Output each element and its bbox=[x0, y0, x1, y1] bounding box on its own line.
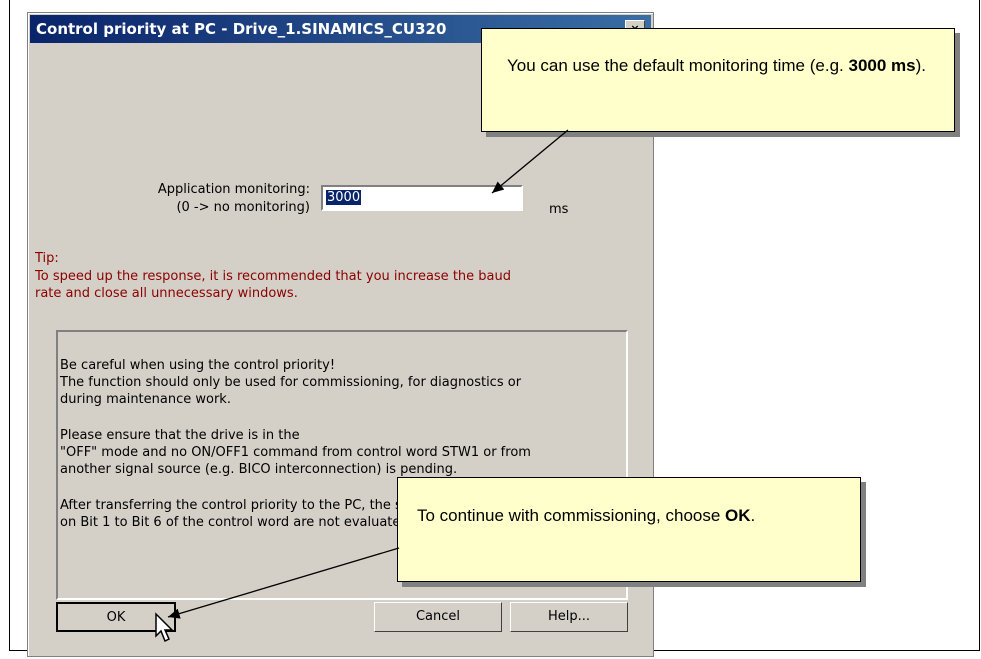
arrow-to-ok bbox=[167, 547, 400, 619]
callout-arrows bbox=[167, 129, 569, 619]
mouse-cursor-icon bbox=[155, 612, 174, 643]
arrow-to-input bbox=[491, 129, 569, 194]
